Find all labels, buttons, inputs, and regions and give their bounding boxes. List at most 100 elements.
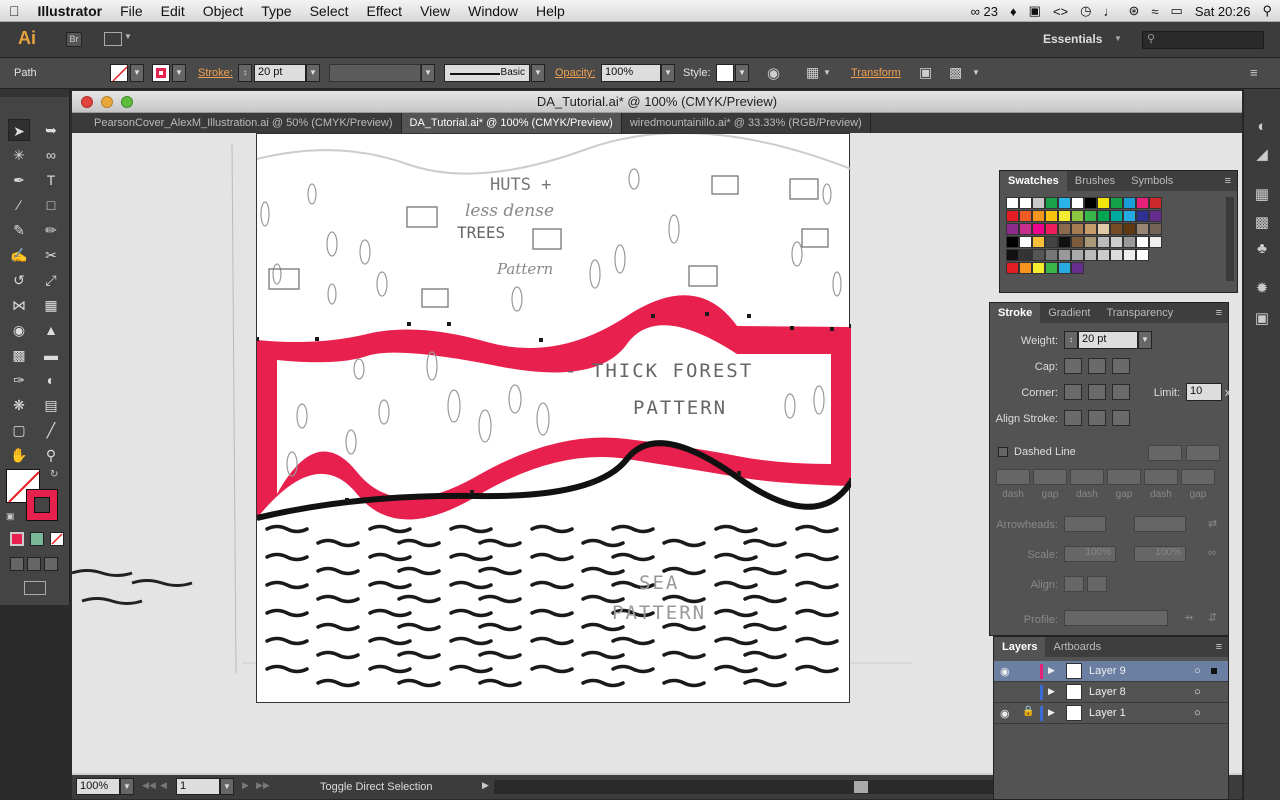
swatch[interactable] [1110,236,1123,248]
graphic-style-swatch[interactable] [716,64,734,82]
swatch[interactable] [1149,210,1162,222]
tab-gradient[interactable]: Gradient [1040,303,1098,323]
swatch[interactable] [1032,236,1045,248]
direct-selection-tool-icon[interactable]: ➥ [40,119,62,141]
swap-arrowheads-icon[interactable]: ⇄ [1208,517,1217,530]
swatch[interactable] [1006,236,1019,248]
menu-effect[interactable]: Effect [358,3,412,19]
dash-field-3[interactable] [1144,469,1178,485]
panel-menu-icon[interactable]: ≡ [1219,171,1237,191]
target-circle-icon[interactable]: ○ [1194,665,1201,677]
close-window-button[interactable] [81,96,93,108]
swatch[interactable] [1136,236,1149,248]
weight-dropdown[interactable]: ▼ [1138,331,1152,349]
miter-join-button[interactable] [1064,384,1082,400]
swatch[interactable] [1136,210,1149,222]
gap-field-2[interactable] [1107,469,1141,485]
swatch[interactable] [1084,210,1097,222]
recolor-artwork-icon[interactable]: ◉ [767,64,780,82]
menu-window[interactable]: Window [459,3,527,19]
weight-stepper[interactable]: ↕ [1064,331,1078,349]
menu-edit[interactable]: Edit [152,3,194,19]
artboard-number-field[interactable]: 1 [176,778,220,795]
brush-dropdown[interactable]: ▼ [531,64,545,82]
swatch[interactable] [1071,223,1084,235]
swatch[interactable] [1058,223,1071,235]
color-panel-icon[interactable]: ▣ [1252,309,1272,329]
swatch[interactable] [1071,262,1084,274]
pathfinder-icon[interactable]: ▩ [1252,213,1272,233]
brush-definition[interactable]: Basic [444,64,530,82]
stroke-label[interactable]: Stroke: [198,67,233,79]
horizontal-scrollbar[interactable] [494,780,1054,794]
visibility-eye-icon[interactable]: ◉ [1000,707,1010,720]
opacity-label[interactable]: Opacity: [555,67,595,79]
swatch[interactable] [1097,223,1110,235]
swatch[interactable] [1136,249,1149,261]
menu-help[interactable]: Help [527,3,574,19]
bluetooth-icon[interactable]: ⊛ [1128,3,1139,19]
layer-name[interactable]: Layer 8 [1089,686,1126,698]
weight-stepper[interactable]: ↕ [238,64,252,82]
volume-icon[interactable]: ♩ [1103,4,1116,19]
swatch[interactable] [1058,236,1071,248]
workspace-switcher[interactable]: Essentials [1043,32,1102,46]
zoom-tool-icon[interactable]: ⚲ [40,444,62,466]
blend-tool-icon[interactable]: ◐ [40,369,62,391]
pencil-tool-icon[interactable]: ✏ [40,219,62,241]
align-outside-button[interactable] [1112,410,1130,426]
swatch[interactable] [1136,223,1149,235]
swatch[interactable] [1006,210,1019,222]
apple-icon[interactable]:  [0,3,29,19]
draw-inside-icon[interactable] [44,557,58,571]
color-guide-icon[interactable]: ✹ [1252,279,1272,299]
swatch[interactable] [1149,197,1162,209]
evernote-icon[interactable]: ♦ [1010,4,1017,19]
swatch[interactable] [1123,223,1136,235]
rectangle-tool-icon[interactable]: □ [40,194,62,216]
layer-row-1[interactable]: ◉ 🔒 ▶ Layer 1 ○ [994,703,1228,724]
gap-field-3[interactable] [1181,469,1215,485]
artboard-dropdown[interactable]: ▼ [220,778,234,795]
menu-view[interactable]: View [411,3,459,19]
help-search-input[interactable]: ⚲ [1142,31,1264,49]
swatch[interactable] [1019,262,1032,274]
swatch[interactable] [1110,249,1123,261]
dash-align-corners-button[interactable] [1148,445,1182,461]
tab-artboards[interactable]: Artboards [1045,637,1109,657]
paintbrush-tool-icon[interactable]: ✎ [8,219,30,241]
swatch[interactable] [1019,223,1032,235]
start-arrowhead-select[interactable] [1064,516,1106,532]
wifi-icon[interactable]: ≈ [1151,4,1158,19]
slice-tool-icon[interactable]: ╱ [40,419,62,441]
align-chevron-icon[interactable]: ▼ [823,68,831,77]
layer-row-8[interactable]: ▶ Layer 8 ○ [994,682,1228,703]
opacity-field[interactable]: 100% [601,64,661,82]
swatch[interactable] [1084,249,1097,261]
dash-exact-button[interactable] [1186,445,1220,461]
gap-field-1[interactable] [1033,469,1067,485]
swatch[interactable] [1019,210,1032,222]
scissors-tool-icon[interactable]: ✂ [40,244,62,266]
artboard-tool-icon[interactable]: ▢ [8,419,30,441]
swatch[interactable] [1110,210,1123,222]
isolate-icon[interactable]: ▣ [919,64,932,81]
hand-tool-icon[interactable]: ✋ [8,444,30,466]
profile-select[interactable] [1064,610,1168,626]
opacity-dropdown[interactable]: ▼ [661,64,675,82]
profile-dropdown[interactable]: ▼ [421,64,435,82]
perspective-grid-tool-icon[interactable]: ▲ [40,319,62,341]
magic-wand-tool-icon[interactable]: ✳ [8,144,30,166]
fill-swatch[interactable] [110,64,128,82]
layer-row-9[interactable]: ◉ ▶ Layer 9 ○ [994,661,1228,682]
selection-indicator[interactable] [1211,668,1217,674]
time-machine-icon[interactable]: ◷ [1080,3,1091,19]
align-panel-icon[interactable]: ▦ [1252,185,1272,205]
swatch[interactable] [1006,197,1019,209]
end-scale-field[interactable]: 100% [1134,546,1186,562]
arrange-documents-icon[interactable] [104,32,122,46]
swatch[interactable] [1110,223,1123,235]
draw-normal-icon[interactable] [10,557,24,571]
menu-file[interactable]: File [111,3,152,19]
swatch[interactable] [1058,210,1071,222]
